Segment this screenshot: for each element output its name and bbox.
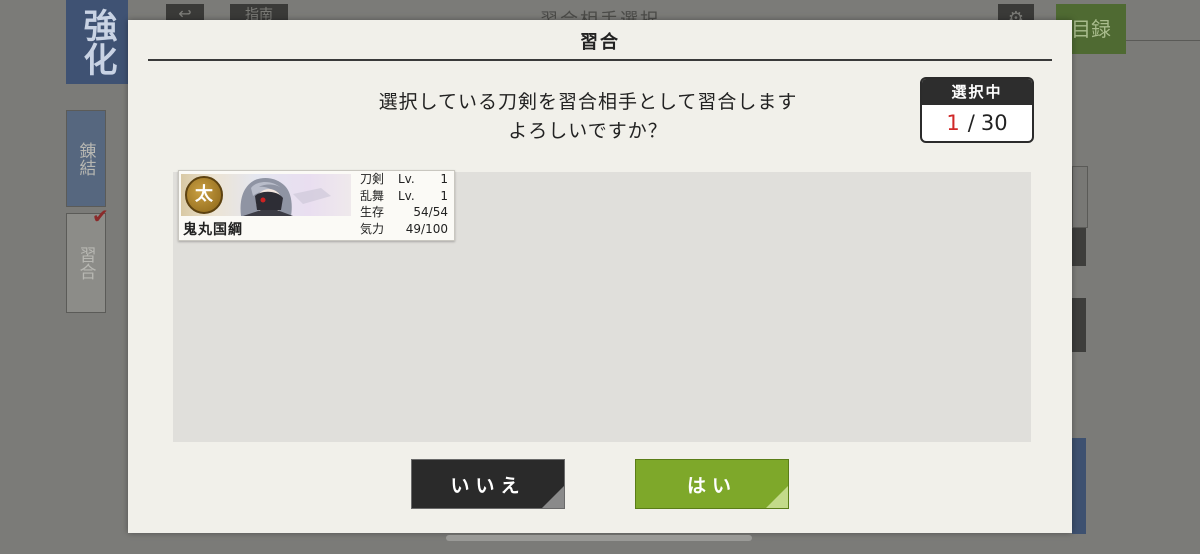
stat-value: 54/54 xyxy=(413,205,448,219)
strengthen-tab: 強化 xyxy=(66,0,128,84)
stat-row-ranbu-level: 乱舞 Lv. 1 xyxy=(360,188,450,205)
stat-value: 1 xyxy=(440,172,448,186)
stat-row-morale: 気力 49/100 xyxy=(360,221,450,238)
sword-name: 鬼丸国綱 xyxy=(183,222,243,238)
side-panel-block xyxy=(1072,228,1086,266)
stat-value: 1 xyxy=(440,188,448,203)
stat-label: 気力 xyxy=(360,221,385,236)
yes-button[interactable]: はい xyxy=(635,459,789,509)
counter-separator: / xyxy=(967,111,975,135)
sword-stats: 刀剣 Lv. 1 乱舞 Lv. 1 生存 54/54 気力 49/100 xyxy=(360,171,450,237)
divider xyxy=(1126,40,1200,41)
sword-card[interactable]: 太 鬼丸国綱 刀剣 Lv. 1 乱舞 Lv. 1 生存 54/54 気力 49/… xyxy=(178,170,455,241)
stat-label: 刀剣 xyxy=(360,172,385,186)
stat-prefix: Lv. xyxy=(398,172,415,186)
sword-type-badge: 太 xyxy=(185,176,223,214)
counter-value: 1 /30 xyxy=(922,105,1032,141)
yes-button-label: はい xyxy=(686,475,737,497)
stat-row-sword-level: 刀剣 Lv. 1 xyxy=(360,171,450,188)
no-button-label: いいえ xyxy=(450,475,526,497)
counter-current: 1 xyxy=(946,111,960,135)
side-panel-block xyxy=(1072,166,1088,228)
check-mark-icon: ✔ xyxy=(92,204,109,228)
side-tab-fusion: 習合 xyxy=(66,213,106,313)
counter-label: 選択中 xyxy=(922,79,1032,105)
stat-label: 生存 xyxy=(360,205,385,219)
fusion-confirm-dialog: 習合 選択している刀剣を習合相手として習合します よろしいですか？ 選択中 1 /… xyxy=(128,20,1072,533)
side-panel-block xyxy=(1072,438,1086,534)
stat-prefix: Lv. xyxy=(398,188,415,203)
title-divider xyxy=(148,59,1052,61)
selection-counter: 選択中 1 /30 xyxy=(920,77,1034,143)
stat-value: 49/100 xyxy=(405,221,448,236)
confirm-message: 選択している刀剣を習合相手として習合します よろしいですか？ xyxy=(308,88,868,146)
button-corner-decoration xyxy=(766,486,788,508)
side-panel-block xyxy=(1072,298,1086,352)
message-line-2: よろしいですか？ xyxy=(508,120,668,142)
message-line-1: 選択している刀剣を習合相手として習合します xyxy=(378,91,798,113)
sword-portrait: 太 xyxy=(181,174,351,216)
selected-swords-panel: 太 鬼丸国綱 刀剣 Lv. 1 乱舞 Lv. 1 生存 54/54 気力 49/… xyxy=(173,170,1031,442)
counter-total: 30 xyxy=(980,111,1008,135)
home-indicator[interactable] xyxy=(446,535,752,541)
no-button[interactable]: いいえ xyxy=(411,459,565,509)
dialog-title: 習合 xyxy=(580,32,620,53)
stat-row-survival: 生存 54/54 xyxy=(360,204,450,221)
side-tab-link: 錬結 xyxy=(66,110,106,207)
button-corner-decoration xyxy=(542,486,564,508)
stat-label: 乱舞 xyxy=(360,188,385,203)
